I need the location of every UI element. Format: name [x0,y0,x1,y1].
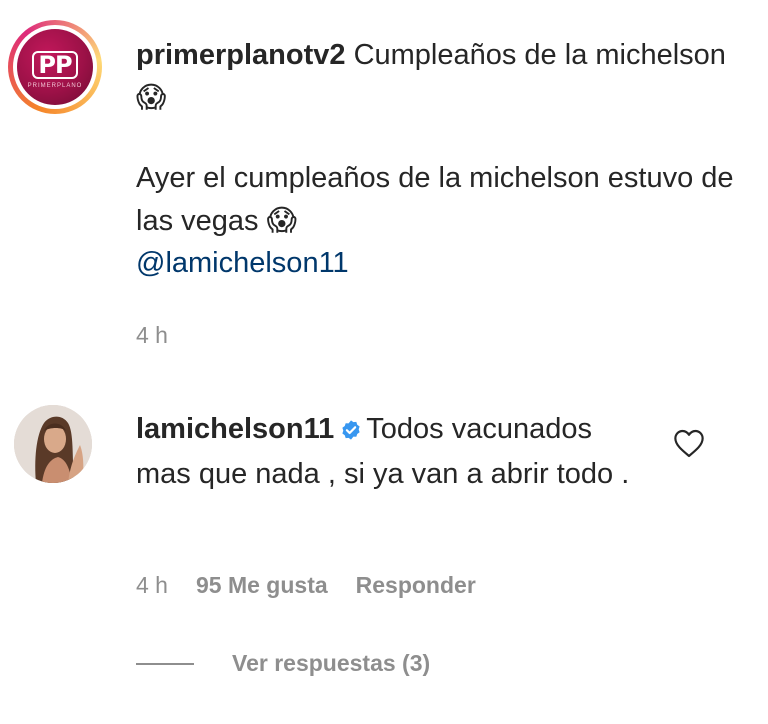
post-caption: primerplanotv2 Cumpleaños de la michelso… [136,34,736,284]
avatar-ring-gap: PP PRIMERPLANO [13,25,97,109]
view-replies-label: Ver respuestas (3) [232,650,431,676]
commenter-photo [14,405,92,483]
caption-second-paragraph: Ayer el cumpleaños de la michelson estuv… [136,157,736,284]
comment-timestamp[interactable]: 4 h [136,572,168,599]
face-screaming-emoji: 😱 [266,203,297,237]
primerplano-logo: PP PRIMERPLANO [17,29,93,105]
caption-title: Cumpleaños de la michelson [353,39,726,71]
commenter-username[interactable]: lamichelson11 [136,413,334,445]
view-replies-button[interactable]: Ver respuestas (3) [136,650,430,677]
commenter-avatar[interactable] [14,405,92,483]
logo-letters: PP [32,51,78,79]
post-author-username[interactable]: primerplanotv2 [136,39,346,71]
caption-body: Ayer el cumpleaños de la michelson estuv… [136,162,734,237]
logo-subtext: PRIMERPLANO [27,83,83,89]
reply-button[interactable]: Responder [356,572,476,599]
caption-first-paragraph: primerplanotv2 Cumpleaños de la michelso… [136,34,736,119]
likes-count[interactable]: 95 Me gusta [196,572,328,599]
post-timestamp[interactable]: 4 h [136,322,168,349]
comment-body: lamichelson11 Todos vacunados mas que nad… [136,408,636,495]
replies-divider-line [136,662,194,665]
verified-badge-icon [340,411,362,453]
face-screaming-emoji: 😱 [136,80,167,114]
post-author-avatar[interactable]: PP PRIMERPLANO [8,20,102,114]
mention-link[interactable]: @lamichelson11 [136,247,349,279]
comment-meta: 4 h 95 Me gusta Responder [136,572,476,599]
heart-outline-icon[interactable] [672,428,706,458]
